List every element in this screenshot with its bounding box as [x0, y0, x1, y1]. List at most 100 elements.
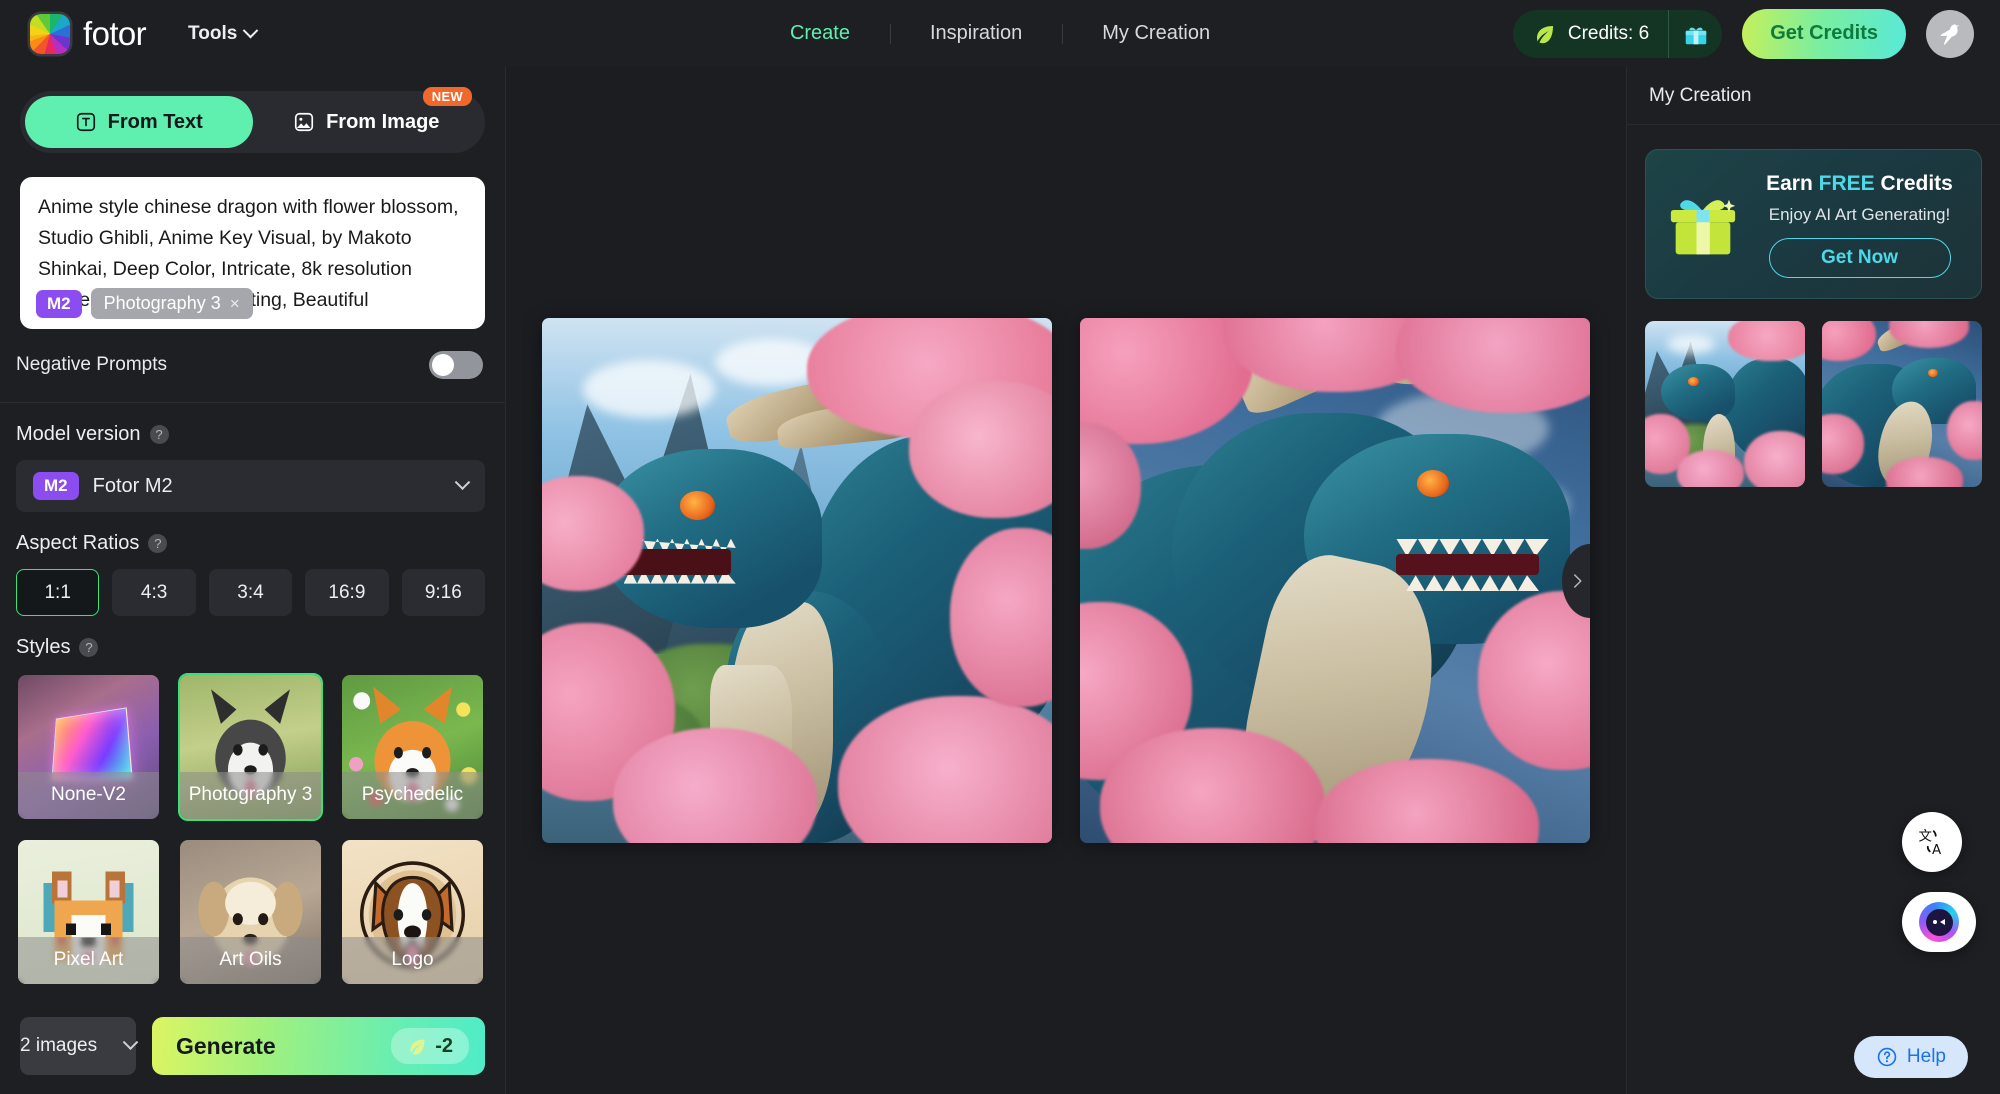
fotor-ai-image-generator: fotor Tools Create Inspiration My Creati… — [0, 0, 2000, 1094]
avatar[interactable] — [1926, 9, 1974, 58]
get-now-button[interactable]: Get Now — [1768, 238, 1951, 278]
tab-from-image-label: From Image — [326, 110, 440, 133]
model-version-value: Fotor M2 — [92, 474, 173, 497]
promo-text-block: Earn FREE Credits Enjoy AI Art Generatin… — [1754, 172, 1965, 278]
earn-free-credits-promo[interactable]: Earn FREE Credits Enjoy AI Art Generatin… — [1645, 149, 1982, 299]
style-card-label: None-V2 — [18, 771, 159, 819]
style-card-none-v2[interactable]: None-V2 — [16, 673, 161, 821]
promo-title-post: Credits — [1874, 172, 1953, 195]
help-icon[interactable]: ? — [148, 534, 168, 553]
help-icon[interactable]: ? — [149, 425, 169, 444]
credits-pill[interactable]: Credits: 6 — [1512, 9, 1723, 58]
style-chip[interactable]: Photography 3 × — [90, 288, 253, 319]
translate-button[interactable]: 文 A — [1902, 812, 1962, 872]
translate-icon: 文 A — [1919, 829, 1942, 858]
help-label: Help — [1906, 1046, 1946, 1067]
style-card-art-oils[interactable]: Art Oils — [178, 838, 323, 986]
image-count-value: 2 images — [20, 1035, 98, 1056]
text-box-icon — [76, 112, 95, 132]
model-version-header: Model version ? — [16, 423, 485, 446]
nav-item-inspiration[interactable]: Inspiration — [890, 22, 1062, 45]
app-body: From Text From Image NEW Anime style chi… — [0, 67, 2000, 1094]
style-card-label: Psychedelic — [342, 771, 483, 819]
tab-from-image[interactable]: From Image NEW — [253, 87, 481, 148]
style-card-logo[interactable]: Logo — [340, 838, 485, 986]
bird-avatar-icon — [1940, 23, 1960, 45]
close-icon[interactable]: × — [230, 294, 240, 314]
model-version-badge: M2 — [33, 472, 79, 500]
new-badge: NEW — [422, 87, 472, 106]
model-version-label: Model version — [16, 423, 141, 445]
chevron-right-icon — [1574, 573, 1582, 588]
thumbnail-artwork — [1645, 321, 1805, 487]
generate-button-label: Generate — [176, 1032, 276, 1059]
generate-cost-label: -2 — [435, 1034, 453, 1057]
styles-section: Styles ? None-V2 Photography 3 Psychedel… — [0, 616, 505, 986]
generate-button[interactable]: Generate -2 — [152, 1017, 485, 1075]
style-card-label: Photography 3 — [180, 771, 321, 819]
help-button[interactable]: Help — [1853, 1036, 1968, 1078]
style-card-label: Pixel Art — [18, 936, 159, 984]
left-panel-scroll[interactable]: From Text From Image NEW Anime style chi… — [0, 67, 505, 998]
ai-assistant-button[interactable] — [1902, 892, 1976, 952]
style-chip-label: Photography 3 — [103, 293, 221, 313]
generate-bar: 2 images Generate -2 — [0, 998, 505, 1094]
style-card-psychedelic[interactable]: Psychedelic — [340, 673, 485, 821]
aspect-ratio-options: 1:1 4:3 3:4 16:9 9:16 — [16, 569, 486, 616]
my-creation-header: My Creation — [1627, 67, 2000, 125]
style-card-photography-3[interactable]: Photography 3 — [178, 673, 323, 821]
generated-image-1[interactable] — [542, 318, 1052, 843]
styles-header: Styles ? — [16, 636, 485, 659]
creation-thumbnail-2[interactable] — [1822, 321, 1982, 487]
my-creation-title: My Creation — [1649, 84, 1752, 106]
aspect-ratios-label: Aspect Ratios — [16, 532, 140, 554]
promo-subtitle: Enjoy AI Art Generating! — [1768, 205, 1951, 224]
nav-item-create[interactable]: Create — [750, 22, 890, 45]
creation-thumbnail-1[interactable] — [1645, 321, 1805, 487]
gift-icon[interactable] — [1668, 9, 1722, 58]
tab-from-text[interactable]: From Text — [25, 96, 253, 148]
brand-logo[interactable]: fotor — [30, 13, 147, 54]
input-mode-switch: From Text From Image NEW — [20, 87, 485, 153]
thumbnail-artwork — [1822, 321, 1982, 487]
promo-title-free: FREE — [1818, 172, 1875, 195]
negative-prompts-label: Negative Prompts — [16, 354, 168, 375]
negative-prompts-toggle[interactable] — [429, 351, 483, 379]
aspect-ratio-4-3[interactable]: 4:3 — [112, 569, 196, 616]
creation-thumbnails — [1627, 299, 2000, 487]
leaf-icon — [410, 1039, 425, 1055]
aspect-ratio-9-16[interactable]: 9:16 — [401, 569, 486, 616]
credits-display[interactable]: Credits: 6 — [1513, 10, 1668, 58]
chevron-down-icon — [122, 1033, 139, 1050]
help-icon[interactable]: ? — [79, 638, 99, 657]
left-settings-panel: From Text From Image NEW Anime style chi… — [0, 67, 506, 1094]
assistant-face — [1925, 908, 1953, 936]
promo-title: Earn FREE Credits — [1766, 172, 1953, 196]
promo-title-pre: Earn — [1766, 172, 1819, 195]
nav-item-my-creation[interactable]: My Creation — [1062, 22, 1250, 45]
svg-text:文: 文 — [1919, 829, 1932, 845]
model-version-section: Model version ? M2 Fotor M2 — [0, 403, 505, 512]
brand-name: fotor — [83, 14, 147, 52]
tools-menu-button[interactable]: Tools — [188, 23, 259, 45]
fotor-logo-icon — [30, 13, 70, 54]
get-credits-button[interactable]: Get Credits — [1742, 8, 1906, 59]
header-actions: Credits: 6 Get Credits — [1512, 8, 1974, 59]
prismatic-cube-icon — [51, 706, 133, 781]
aspect-ratio-16-9[interactable]: 16:9 — [305, 569, 389, 616]
leaf-icon — [1536, 25, 1553, 43]
image-count-select[interactable]: 2 images — [20, 1017, 139, 1075]
styles-label: Styles — [16, 636, 71, 658]
style-card-pixel-art[interactable]: Pixel Art — [16, 838, 161, 986]
aspect-ratio-1-1[interactable]: 1:1 — [16, 569, 100, 616]
image-icon — [294, 112, 314, 132]
style-card-label: Logo — [342, 936, 483, 984]
model-version-select[interactable]: M2 Fotor M2 — [16, 460, 485, 512]
generate-cost-badge: -2 — [391, 1028, 469, 1064]
prompt-input[interactable]: Anime style chinese dragon with flower b… — [20, 177, 485, 329]
aspect-ratio-3-4[interactable]: 3:4 — [208, 569, 293, 616]
style-card-label: Art Oils — [180, 936, 321, 984]
generated-image-2[interactable] — [1080, 318, 1590, 843]
dragon-artwork-1 — [542, 318, 1052, 843]
aspect-ratios-section: Aspect Ratios ? 1:1 4:3 3:4 16:9 9:16 — [0, 512, 505, 616]
